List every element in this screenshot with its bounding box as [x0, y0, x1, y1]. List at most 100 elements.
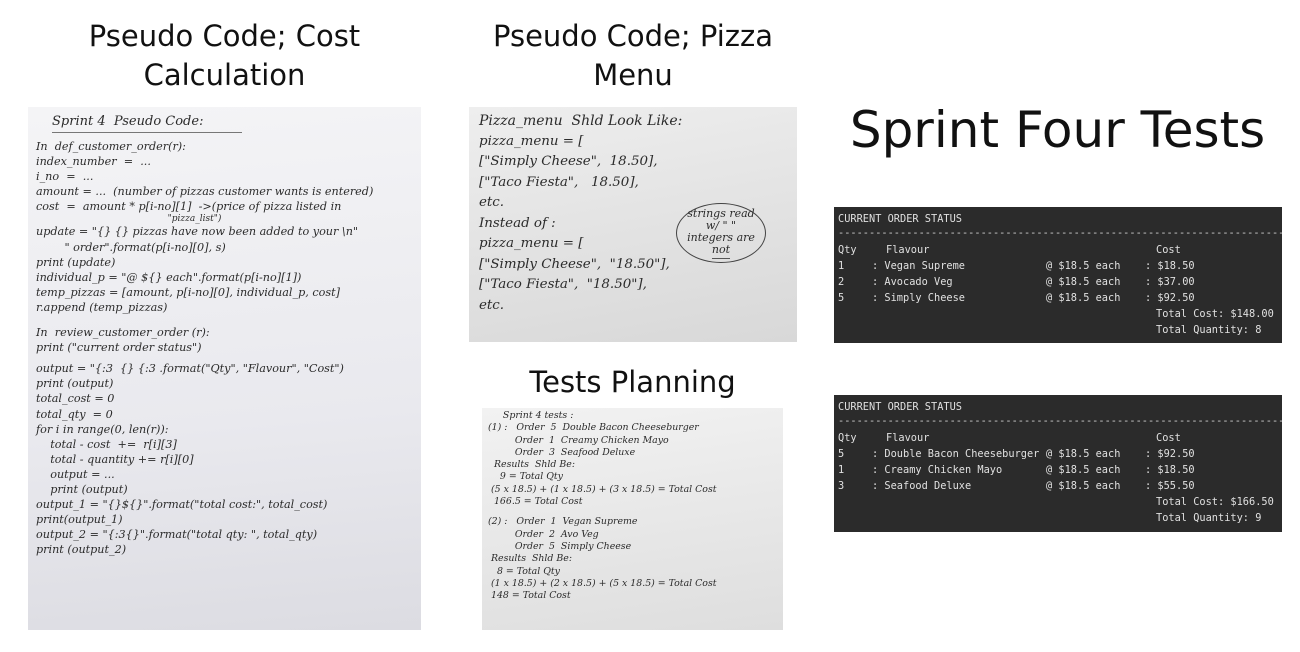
note-line: individual_p = "@ ${} each".format(p[i-n…: [36, 270, 302, 284]
row-flavour: : Seafood Deluxe: [872, 480, 972, 492]
header-cost: Cost: [1156, 432, 1181, 444]
heading-line: Pseudo Code; Pizza: [492, 19, 774, 53]
total-cost: Total Cost: $148.00: [1156, 308, 1274, 320]
heading-cost-calculation: Pseudo Code; Cost Calculation: [28, 17, 421, 95]
note-line: " order".format(p[i-no][0], s): [36, 240, 226, 254]
row-cost: : $37.00: [1145, 276, 1195, 288]
note-line: Sprint 4 tests :: [488, 410, 574, 421]
table-row: 3 : Seafood Deluxe @ $18.5 each : $55.50: [834, 480, 1282, 494]
note-line: Order 3 Seafood Deluxe: [488, 446, 636, 458]
note-line: Order 1 Creamy Chicken Mayo: [488, 434, 669, 446]
terminal-output-1: CURRENT ORDER STATUS -------------------…: [834, 207, 1282, 343]
note-line: (1) : Order 5 Double Bacon Cheeseburger: [488, 422, 699, 434]
note-line: 8 = Total Qty: [488, 565, 560, 577]
note-line: print (update): [36, 255, 116, 269]
row-cost: : $92.50: [1145, 292, 1195, 304]
note-line: Order 2 Avo Veg: [488, 528, 599, 540]
divider: [52, 132, 242, 133]
order-status-title: CURRENT ORDER STATUS: [838, 401, 962, 413]
speech-bubble: strings read w/ " " integers are not: [676, 203, 766, 263]
bubble-line: w/ " ": [705, 218, 737, 232]
note-line: amount = ... (number of pizzas customer …: [36, 185, 374, 199]
header-qty: Qty: [838, 244, 857, 256]
note-line: output_2 = "{:3{}".format("total qty: ",…: [36, 528, 318, 542]
total-quantity-row: Total Quantity: 9: [834, 512, 1282, 526]
note-pizza-menu: Pizza_menu Shld Look Like: pizza_menu = …: [469, 107, 797, 342]
note-line: print ("current order status"): [36, 341, 202, 355]
row-each: @ $18.5 each: [1046, 480, 1121, 492]
note-line: 148 = Total Cost: [488, 590, 571, 602]
heading-line: Menu: [593, 58, 673, 92]
note-line: "pizza_list"): [36, 214, 222, 225]
note-line: print (output): [36, 482, 128, 496]
bubble-line: integers are: [687, 230, 755, 244]
row-flavour: : Avocado Veg: [872, 276, 953, 288]
note-line: print(output_1): [36, 513, 123, 527]
row-cost: : $92.50: [1145, 448, 1195, 460]
header-flavour: Flavour: [886, 432, 930, 444]
total-quantity: Total Quantity: 8: [1156, 324, 1262, 336]
note-line: for i in range(0, len(r)):: [36, 422, 169, 436]
total-quantity-row: Total Quantity: 8: [834, 324, 1282, 338]
note-line: pizza_menu = [: [479, 133, 584, 149]
note-line: ["Simply Cheese", 18.50],: [479, 154, 658, 169]
order-status-title: CURRENT ORDER STATUS: [838, 213, 962, 225]
note-line: cost = amount * p[i-no][1] ->(price of p…: [36, 200, 342, 214]
total-quantity: Total Quantity: 9: [1156, 512, 1262, 524]
total-cost-row: Total Cost: $166.50: [834, 496, 1282, 510]
note-line: ["Taco Fiesta", 18.50],: [479, 174, 639, 190]
row-qty: 1: [838, 260, 845, 272]
row-cost: : $55.50: [1145, 480, 1195, 492]
row-each: @ $18.5 each: [1046, 464, 1121, 476]
note-line: Results Shld Be:: [488, 553, 573, 565]
note-line: total - cost += r[i][3]: [36, 437, 177, 451]
note-line: Order 5 Simply Cheese: [488, 540, 632, 552]
note-line: [488, 508, 777, 516]
note-line: total_qty = 0: [36, 407, 113, 421]
note-lines: Sprint 4 Pseudo Code: In def_customer_or…: [36, 113, 413, 557]
header-qty: Qty: [838, 432, 857, 444]
note-title: Pizza_menu Shld Look Like:: [479, 113, 683, 129]
bubble-line: not: [711, 243, 731, 259]
dashed-divider: ----------------------------------------…: [838, 227, 1282, 239]
note-line: i_no = ...: [36, 170, 94, 184]
note-line: [36, 315, 413, 325]
note-line: temp_pizzas = [amount, p[i-no][0], indiv…: [36, 285, 340, 299]
row-each: @ $18.5 each: [1046, 260, 1121, 272]
row-each: @ $18.5 each: [1046, 276, 1121, 288]
note-line: output = ...: [36, 467, 115, 481]
note-line: print (output_2): [36, 543, 127, 557]
total-cost-row: Total Cost: $148.00: [834, 308, 1282, 322]
note-line: Sprint 4 Pseudo Code:: [52, 114, 204, 129]
row-qty: 5: [838, 292, 845, 304]
table-row: 1 : Vegan Supreme @ $18.5 each : $18.50: [834, 260, 1282, 274]
note-tests-planning: Sprint 4 tests : (1) : Order 5 Double Ba…: [482, 408, 783, 630]
header-cost: Cost: [1156, 244, 1181, 256]
row-cost: : $18.50: [1145, 260, 1195, 272]
note-line: output = "{:3 {} {:3 .format("Qty", "Fla…: [36, 362, 344, 376]
note-line: r.append (temp_pizzas): [36, 300, 168, 314]
row-flavour: : Creamy Chicken Mayo: [872, 464, 1003, 476]
heading-line: Calculation: [143, 58, 306, 92]
heading-tests-planning: Tests Planning: [529, 365, 736, 399]
note-line: total_cost = 0: [36, 392, 115, 406]
note-line: total - quantity += r[i][0]: [36, 452, 194, 466]
note-line: ["Taco Fiesta", "18.50"],: [479, 277, 647, 292]
note-line: Results Shld Be:: [488, 459, 575, 471]
note-line: index_number = ...: [36, 155, 151, 169]
note-line: In review_customer_order (r):: [36, 326, 210, 340]
heading-sprint-four-tests: Sprint Four Tests: [849, 101, 1266, 159]
row-qty: 1: [838, 464, 845, 476]
note-line: In def_customer_order(r):: [36, 140, 186, 153]
table-row: 5 : Simply Cheese @ $18.5 each : $92.50: [834, 292, 1282, 306]
row-qty: 3: [838, 480, 845, 492]
table-row: 2 : Avocado Veg @ $18.5 each : $37.00: [834, 276, 1282, 290]
terminal-output-2: CURRENT ORDER STATUS -------------------…: [834, 395, 1282, 532]
table-row: 1 : Creamy Chicken Mayo @ $18.5 each : $…: [834, 464, 1282, 478]
bubble-line: strings read: [687, 206, 755, 220]
note-line: 166.5 = Total Cost: [488, 496, 583, 508]
note-line: etc.: [479, 297, 505, 313]
row-cost: : $18.50: [1145, 464, 1195, 476]
note-line: (5 x 18.5) + (1 x 18.5) + (3 x 18.5) = T…: [488, 483, 717, 495]
row-qty: 5: [838, 448, 845, 460]
